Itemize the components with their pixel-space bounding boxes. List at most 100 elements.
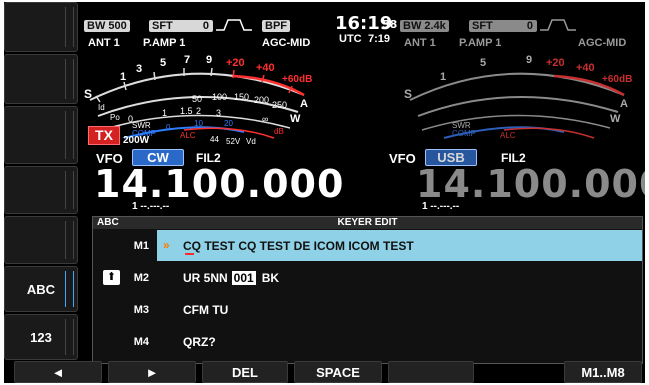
side-button-1[interactable] [4,2,78,52]
sub-meter-s-label: S [404,87,412,101]
meter-s-label: S [84,87,92,101]
po-tick-250: 250 [272,100,287,110]
vd-label: Vd [246,137,256,146]
main-sft-label: SFT [152,20,173,32]
keyer-row-text-after: BK [261,270,280,285]
bottom-button-bar: ◄ ► DEL SPACE M1..M8 [4,361,645,383]
side-button-abc[interactable]: ABC [4,266,78,312]
s-tick-plus60: +60dB [282,74,312,85]
swr-tick-inf: ∞ [262,114,268,124]
sub-s-tick-9: 9 [526,54,532,66]
sub-filter-shape-icon [540,19,576,31]
main-pamp: P.AMP 1 [143,37,186,49]
side-button-rail [65,7,74,47]
sub-frequency[interactable]: 14.100.000 [416,162,645,206]
side-button-5[interactable] [4,216,78,264]
po-tick-100: 100 [212,92,227,102]
delete-button[interactable]: DEL [202,361,288,383]
s-tick-9: 9 [206,54,212,66]
po-tick-50: 50 [192,94,202,104]
swr-tick-1: 1 [162,108,167,118]
keyer-row-text-before: UR 5NN [183,270,228,285]
cursor-right-button[interactable]: ► [108,361,196,383]
utc-label: UTC [339,33,362,45]
keyer-row-m2[interactable]: ⬆ M2 UR 5NN 001 BK [93,262,642,293]
meter-w-label: W [290,113,301,125]
main-bw-chip: BW 500 [84,20,130,32]
keyer-row-m3[interactable]: M3 CFM TU [93,294,642,325]
s-tick-7: 7 [184,54,190,66]
radio-display: ABC 123 BW 500 SFT 0 BPF ANT 1 P.AMP 1 AG… [4,2,645,383]
sub-s-tick-plus20: +20 [546,57,565,69]
sub-meter-alc-label: ALC [500,131,516,140]
meter-po-label: Po [110,113,120,122]
keyer-row-text[interactable]: CFM TU [157,294,642,325]
main-sft-value: 0 [202,20,209,32]
comp-tick-20: 20 [224,119,233,128]
main-agc: AGC-MID [262,37,311,49]
cursor-left-button[interactable]: ◄ [14,361,102,383]
keyer-row-key: M1 [133,239,149,252]
sub-s-tick-1: 1 [440,71,446,83]
s-tick-plus20: +20 [226,57,245,69]
side-button-2[interactable] [4,54,78,104]
swr-tick-3: 3 [216,108,221,118]
keyer-row-text-highlight: 001 [231,270,256,285]
s-tick-1: 1 [120,71,126,83]
side-button-123[interactable]: 123 [4,314,78,360]
sub-meter-a-label: A [620,98,628,110]
side-button-abc-label: ABC [26,281,56,297]
sub-s-tick-plus60: +60dB [602,74,632,85]
bpf-chip: BPF [262,20,290,32]
space-button[interactable]: SPACE [294,361,382,383]
memory-select-button[interactable]: M1..M8 [564,361,642,383]
sub-meter-w-label: W [610,113,621,125]
keyer-row-text[interactable]: UR 5NN 001 BK [157,262,642,293]
keyer-edit-panel: ABC KEYER EDIT M1 » CQ TEST CQ TEST DE I… [92,216,643,364]
keyer-edit-header: ABC KEYER EDIT [93,217,642,229]
sub-bw-chip: BW 2.4k [400,20,449,32]
side-button-rail [65,59,74,99]
clock-seconds: 58 [382,18,398,31]
sub-s-tick-5: 5 [480,57,486,69]
main-meter: 1 3 5 7 9 +20 +40 +60dB S Id Po 0 50 100… [84,54,312,146]
sub-pamp: P.AMP 1 [459,37,502,49]
comp-tick-10: 10 [194,119,203,128]
meter-alc-label: ALC [180,131,196,140]
side-button-rail [65,171,74,209]
po-tick-150: 150 [234,92,249,102]
meter-db-label: dB [274,127,284,136]
sub-sft-label: SFT [472,20,493,32]
sub-ant: ANT 1 [404,37,436,49]
vd-tick-44: 44 [210,135,219,144]
main-frequency[interactable]: 14.100.000 [94,162,344,206]
side-button-4[interactable] [4,166,78,214]
side-button-123-label: 123 [30,329,52,345]
side-button-rail [65,319,74,355]
po-tick-200: 200 [254,95,269,105]
keyer-edit-title: KEYER EDIT [337,217,398,228]
keyer-row-key: M2 [133,271,149,284]
side-button-3[interactable] [4,106,78,164]
main-sft-chip: SFT 0 [149,20,213,32]
blank-button[interactable] [388,361,474,383]
swr-tick-2: 2 [196,106,201,116]
meter-a-label: A [300,98,308,110]
keyer-row-text[interactable]: QRZ? [157,326,642,357]
s-tick-3: 3 [136,63,142,75]
utc-time: 7:19 [368,33,391,45]
sub-meter: 1 5 9 +20 +40 +60dB S A W SWR COMP ALC [404,54,632,140]
side-button-rail [65,221,74,259]
keyer-row-key: M4 [133,335,149,348]
sub-sft-value: 0 [526,20,533,32]
comp-tick-0: 0 [166,123,171,132]
keyer-row-m4[interactable]: M4 QRZ? [93,326,642,357]
s-tick-plus40: +40 [256,62,275,74]
side-button-rail [65,111,74,159]
keyer-row-m1[interactable]: M1 » CQ TEST CQ TEST DE ICOM ICOM TEST [93,230,642,261]
side-button-rail [65,271,74,307]
keyer-row-text[interactable]: CQ TEST CQ TEST DE ICOM ICOM TEST [157,230,642,261]
sub-s-tick-plus40: +40 [576,62,595,74]
sub-memory-line: 1 --.---.-- [422,201,460,212]
tx-indicator: TX [88,126,120,145]
